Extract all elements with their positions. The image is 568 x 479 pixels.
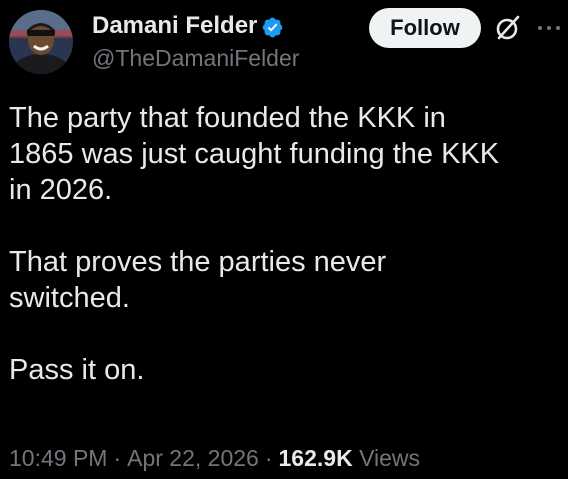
post-date[interactable]: Apr 22, 2026 — [127, 445, 259, 472]
post-time[interactable]: 10:49 PM — [9, 445, 107, 472]
avatar[interactable] — [9, 10, 73, 74]
post-paragraph: The party that founded the KKK in 1865 w… — [9, 102, 500, 206]
post-paragraph: That proves the parties never switched. — [9, 246, 387, 314]
author-display-name[interactable]: Damani Felder — [92, 12, 257, 40]
post-text: The party that founded the KKK in 1865 w… — [9, 100, 564, 388]
profile-photo-icon — [9, 10, 73, 74]
author-handle[interactable]: @TheDamaniFelder — [92, 45, 299, 72]
follow-button[interactable]: Follow — [369, 8, 481, 48]
author-name-row: Damani Felder — [92, 11, 284, 41]
views-label: Views — [359, 445, 421, 471]
more-icon[interactable] — [534, 18, 566, 38]
views-count: 162.9K — [278, 445, 353, 471]
post-card: Damani Felder @TheDamaniFelder Follow Th… — [0, 0, 568, 479]
post-meta: 10:49 PM · Apr 22, 2026 · 162.9K Views — [9, 445, 420, 472]
grok-icon[interactable] — [494, 14, 522, 42]
verified-badge-icon — [263, 17, 283, 37]
meta-separator: · — [113, 445, 122, 471]
meta-separator: · — [264, 445, 273, 471]
post-paragraph: Pass it on. — [9, 354, 145, 386]
